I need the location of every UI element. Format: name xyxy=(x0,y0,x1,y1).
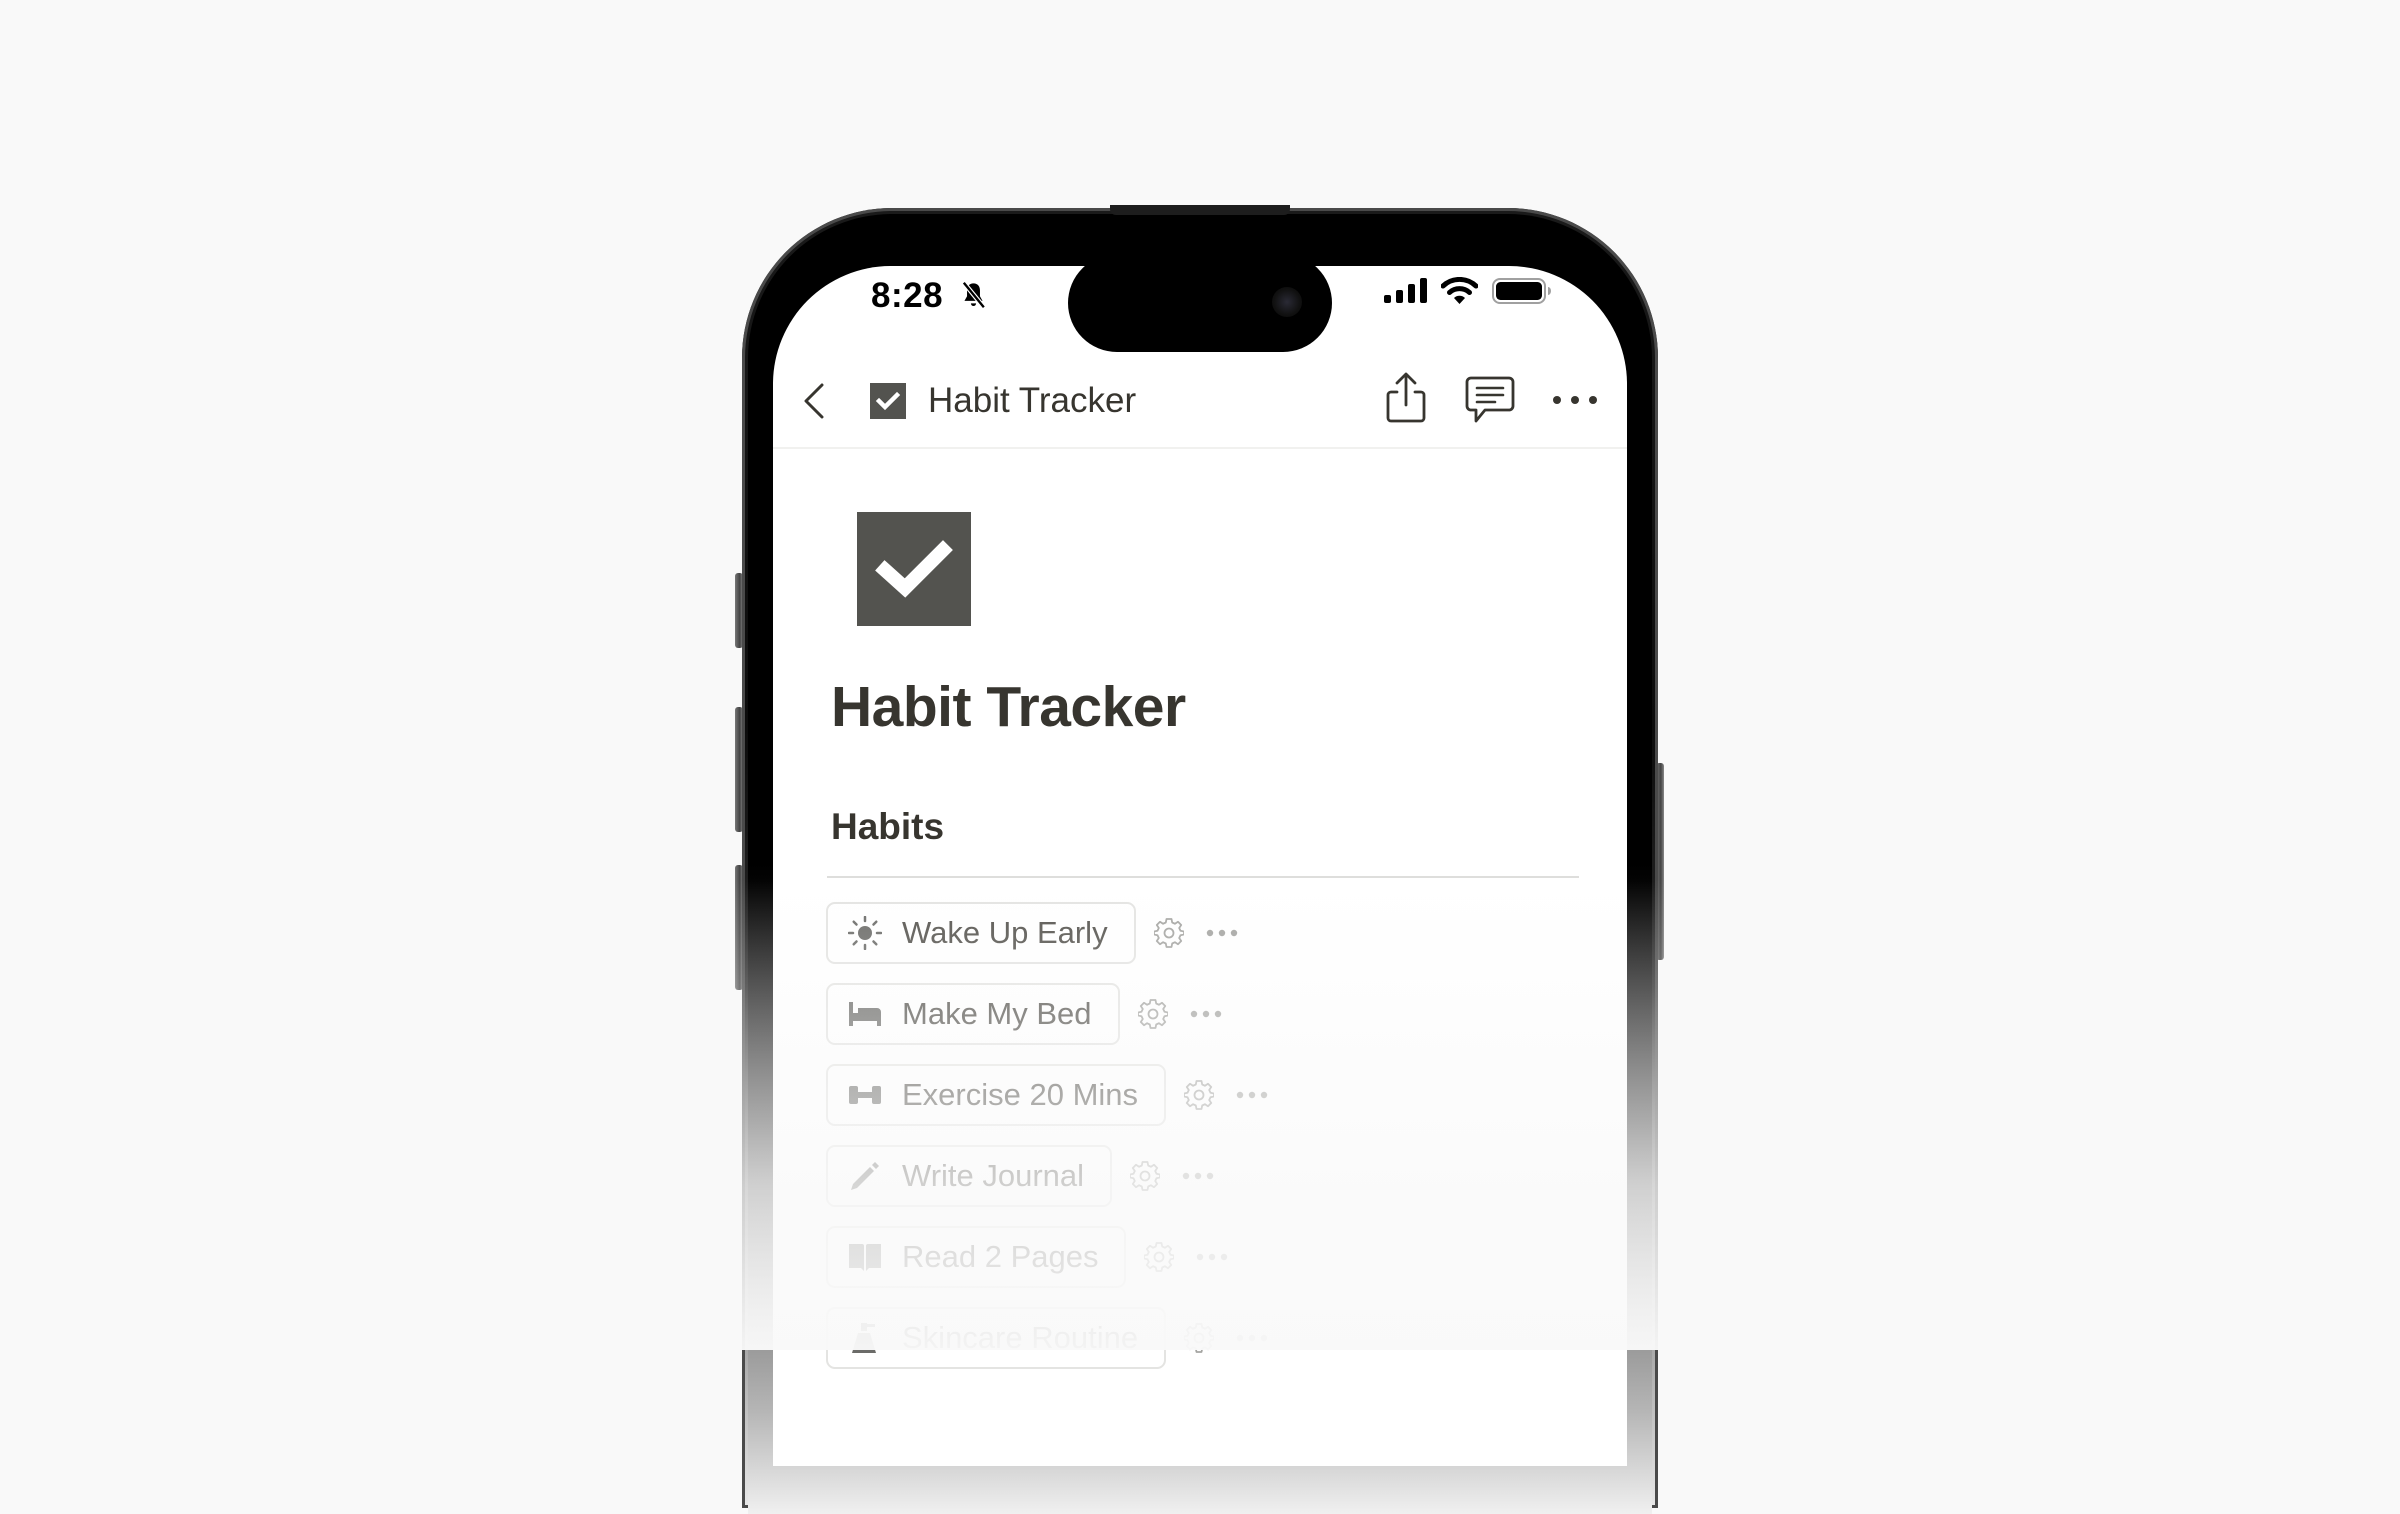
gear-icon[interactable] xyxy=(1130,1161,1161,1191)
habit-row-write-journal: Write Journal xyxy=(826,1143,1214,1209)
ellipsis-icon[interactable] xyxy=(1182,1171,1214,1181)
status-time: 8:28 xyxy=(871,276,944,315)
bell-slash-icon xyxy=(962,281,986,309)
book-icon xyxy=(849,1244,881,1271)
nav-title: Habit Tracker xyxy=(928,381,1137,420)
pencil-icon xyxy=(851,1162,879,1190)
cellular-signal-icon xyxy=(1384,278,1427,303)
habit-label: Make My Bed xyxy=(902,996,1092,1031)
phone-speaker xyxy=(1110,205,1290,215)
sun-icon xyxy=(848,916,882,950)
habit-button[interactable]: Write Journal xyxy=(826,1145,1113,1207)
gear-icon[interactable] xyxy=(1144,1242,1175,1272)
dumbbell-icon xyxy=(849,1086,881,1104)
share-icon[interactable] xyxy=(1385,372,1427,424)
gear-icon[interactable] xyxy=(1184,1080,1215,1110)
habit-button[interactable]: Read 2 Pages xyxy=(826,1226,1127,1288)
navigation-bar: Habit Tracker xyxy=(773,366,1627,448)
gear-icon[interactable] xyxy=(1153,918,1184,948)
ellipsis-icon[interactable] xyxy=(1551,388,1599,412)
habit-label: Skincare Routine xyxy=(902,1320,1139,1355)
section-divider xyxy=(827,876,1579,878)
status-bar: 8:28 xyxy=(773,266,1627,356)
battery-full-icon xyxy=(1492,278,1551,304)
habit-row-skincare-routine: Skincare Routine xyxy=(826,1305,1268,1371)
habit-button[interactable]: Exercise 20 Mins xyxy=(826,1064,1167,1126)
front-camera xyxy=(1272,287,1302,317)
chevron-left-icon[interactable] xyxy=(803,383,825,419)
habit-label: Read 2 Pages xyxy=(902,1239,1099,1274)
ellipsis-icon[interactable] xyxy=(1236,1090,1268,1100)
habit-button[interactable]: Make My Bed xyxy=(826,983,1120,1045)
checkbox-checked-icon xyxy=(870,383,906,419)
habit-row-exercise: Exercise 20 Mins xyxy=(826,1062,1268,1128)
ellipsis-icon[interactable] xyxy=(1190,1009,1222,1019)
gear-icon[interactable] xyxy=(1137,999,1168,1029)
habit-label: Exercise 20 Mins xyxy=(902,1077,1139,1112)
ellipsis-icon[interactable] xyxy=(1206,928,1238,938)
phone-screen: 8:28 Habit Tracker Habit Tracker Habits … xyxy=(773,266,1627,1466)
page-icon-checkbox[interactable] xyxy=(857,512,971,626)
ellipsis-icon[interactable] xyxy=(1196,1252,1228,1262)
habit-row-wake-up-early: Wake Up Early xyxy=(826,900,1238,966)
bed-icon xyxy=(849,1002,881,1026)
ellipsis-icon[interactable] xyxy=(1236,1333,1268,1343)
dynamic-island xyxy=(1068,266,1332,352)
habit-label: Write Journal xyxy=(902,1158,1085,1193)
comment-icon[interactable] xyxy=(1465,376,1515,424)
habit-button[interactable]: Wake Up Early xyxy=(826,902,1136,964)
page-title[interactable]: Habit Tracker xyxy=(831,674,1186,740)
habit-label: Wake Up Early xyxy=(902,915,1108,950)
nav-divider xyxy=(773,447,1627,449)
section-heading: Habits xyxy=(831,806,945,847)
habit-row-make-my-bed: Make My Bed xyxy=(826,981,1222,1047)
habit-button[interactable]: Skincare Routine xyxy=(826,1307,1167,1369)
habit-row-read-2-pages: Read 2 Pages xyxy=(826,1224,1228,1290)
gear-icon[interactable] xyxy=(1184,1323,1215,1353)
wifi-icon xyxy=(1441,277,1478,304)
